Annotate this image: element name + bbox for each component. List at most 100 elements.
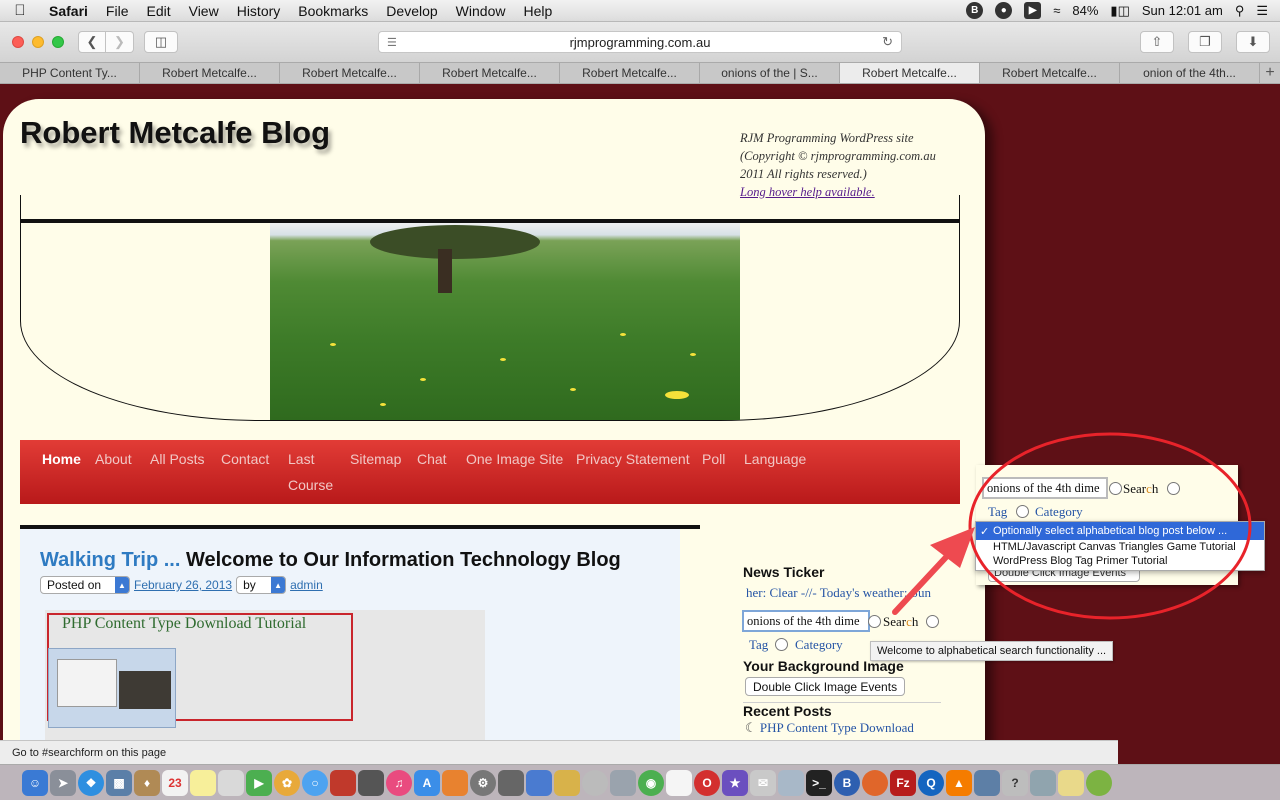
cube-icon[interactable] [1030,769,1056,796]
molecule-icon[interactable] [1086,769,1112,796]
wifi-icon[interactable]: ≈ [1053,3,1060,18]
quicktime-icon[interactable]: Q [918,769,944,796]
help-icon[interactable]: ? [1002,769,1028,796]
menu-develop[interactable]: Develop [377,3,446,19]
teaser-thumbnail[interactable] [48,648,176,728]
tab-6[interactable]: onions of the | S... [700,63,840,83]
teaser-title[interactable]: PHP Content Type Download Tutorial [62,615,306,633]
vlc-icon[interactable]: ▲ [946,769,972,796]
bbedit-icon[interactable]: B [834,769,860,796]
spotlight-icon[interactable]: ⚲ [1235,3,1245,19]
category-radio[interactable] [775,638,788,651]
dropdown-selected-option[interactable]: ✓ Optionally select alphabetical blog po… [976,522,1264,540]
forward-button[interactable]: ❯ [106,31,134,53]
inset-search-input[interactable]: onions of the 4th dime [982,477,1108,499]
inset-category-radio[interactable] [1016,505,1029,518]
nav-all-posts[interactable]: All Posts [150,451,204,467]
nav-one-image-site[interactable]: One Image Site [466,451,563,467]
xcode-icon[interactable] [526,769,552,796]
apple-icon[interactable]:  [0,2,40,19]
close-window-button[interactable] [12,36,24,48]
news-ticker-text[interactable]: her: Clear -//- Today's weather: Sun [746,585,940,601]
sidebar-toggle-button[interactable]: ◫ [144,31,178,53]
tab-1[interactable]: PHP Content Ty... [0,63,140,83]
zoom-window-button[interactable] [52,36,64,48]
menu-history[interactable]: History [228,3,290,19]
photo-booth-icon[interactable] [330,769,356,796]
tab-8[interactable]: Robert Metcalfe... [980,63,1120,83]
site-title[interactable]: Robert Metcalfe Blog [20,115,330,151]
textedit-icon[interactable] [1058,769,1084,796]
address-bar[interactable]: ☰ rjmprogramming.com.au ↻ [378,31,902,53]
dropdown-option[interactable]: HTML/Javascript Canvas Triangles Game Tu… [976,540,1264,554]
tab-2[interactable]: Robert Metcalfe... [140,63,280,83]
back-button[interactable]: ❮ [78,31,106,53]
pages-icon[interactable] [554,769,580,796]
preview-icon[interactable]: ▩ [106,769,132,796]
nav-privacy-statement[interactable]: Privacy Statement [576,451,690,467]
calendar-icon[interactable]: 23 [162,769,188,796]
clock[interactable]: Sun 12:01 am [1142,3,1223,18]
script-editor-icon[interactable] [498,769,524,796]
chrome-icon[interactable]: ◉ [638,769,664,796]
tab-7-active[interactable]: Robert Metcalfe... [840,63,980,83]
menu-bookmarks[interactable]: Bookmarks [289,3,377,19]
search-radio[interactable] [868,615,881,628]
nav-contact[interactable]: Contact [221,451,269,467]
terminal-icon[interactable]: >_ [806,769,832,796]
tab-overview-button[interactable]: ❐ [1188,31,1222,53]
post-title-lead[interactable]: Walking Trip ... [40,549,180,571]
posted-on-select[interactable]: Posted on ▲ [40,576,130,594]
double-click-image-events-button[interactable]: Double Click Image Events [745,677,906,696]
itunes-icon[interactable]: ♫ [386,769,412,796]
image-capture-icon[interactable] [778,769,804,796]
safari-icon[interactable]: ❖ [78,769,104,796]
search-input[interactable]: onions of the 4th dime [742,610,870,632]
reader-icon[interactable]: ☰ [387,36,397,49]
minimize-window-button[interactable] [32,36,44,48]
author-link[interactable]: admin [290,578,323,592]
post-title-main[interactable]: Welcome to Our Information Technology Bl… [186,549,621,571]
tab-9[interactable]: onion of the 4th... [1120,63,1260,83]
tab-3[interactable]: Robert Metcalfe... [280,63,420,83]
post-date-link[interactable]: February 26, 2013 [134,578,232,592]
nav-about[interactable]: About [95,451,132,467]
mission-control-icon[interactable] [358,769,384,796]
inset-search-radio[interactable] [1109,482,1122,495]
b-circle-icon[interactable]: B [966,2,984,19]
firefox-icon[interactable] [862,769,888,796]
dropdown-option[interactable]: WordPress Blog Tag Primer Tutorial [976,554,1264,568]
downloads-button[interactable]: ⬇ [1236,31,1270,53]
finder-icon[interactable]: ☺ [22,769,48,796]
nav-sitemap[interactable]: Sitemap [350,451,401,467]
nav-chat[interactable]: Chat [417,451,447,467]
ibooks-icon[interactable] [442,769,468,796]
nav-last[interactable]: Last [288,451,314,467]
app-store-icon[interactable]: A [414,769,440,796]
text-document-icon[interactable] [666,769,692,796]
tab-4[interactable]: Robert Metcalfe... [420,63,560,83]
system-preferences-icon[interactable]: ⚙ [470,769,496,796]
launchpad-icon[interactable]: ➤ [50,769,76,796]
filezilla-icon[interactable]: Fz [890,769,916,796]
contacts-icon[interactable]: ♦ [134,769,160,796]
record-icon[interactable]: ● [995,2,1013,19]
sound-icon[interactable]: ▶ [1024,2,1042,19]
photos-icon[interactable]: ✿ [274,769,300,796]
notification-list-icon[interactable]: ☰ [1256,3,1268,19]
facetime-icon[interactable]: ▶ [246,769,272,796]
recent-post-link[interactable]: ☾ PHP Content Type Download [745,720,914,736]
menu-view[interactable]: View [180,3,228,19]
menu-help[interactable]: Help [514,3,561,19]
inset-tag-radio[interactable] [1167,482,1180,495]
battery-icon[interactable]: ▮◫ [1110,3,1129,19]
new-tab-button[interactable]: + [1260,63,1280,83]
gimp-icon[interactable] [582,769,608,796]
menu-window[interactable]: Window [447,3,515,19]
notes-icon[interactable] [190,769,216,796]
menu-file[interactable]: File [97,3,138,19]
reminders-icon[interactable] [218,769,244,796]
mail-icon[interactable]: ✉ [750,769,776,796]
tab-5[interactable]: Robert Metcalfe... [560,63,700,83]
by-select[interactable]: by ▲ [236,576,287,594]
